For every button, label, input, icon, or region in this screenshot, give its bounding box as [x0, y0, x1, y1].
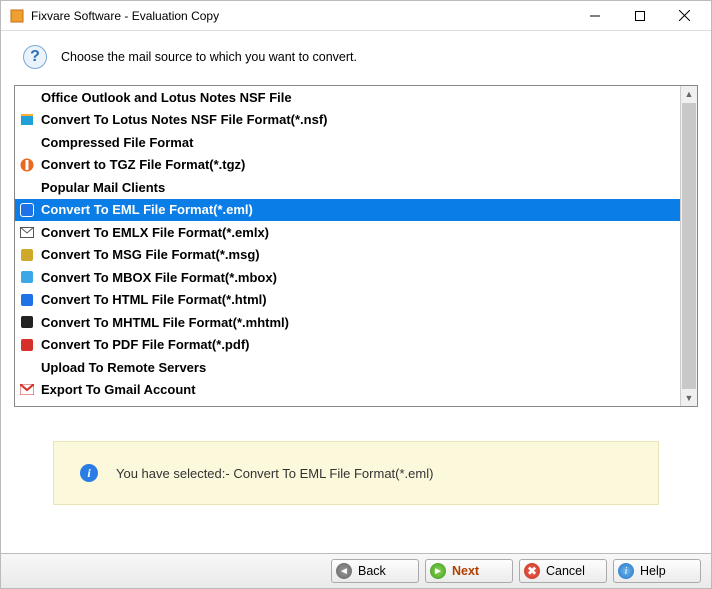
scroll-down-button[interactable]: ▼ — [681, 390, 697, 406]
list-item-label: Export To Gmail Account — [41, 382, 196, 397]
maximize-button[interactable] — [617, 2, 662, 30]
cancel-label: Cancel — [546, 564, 585, 578]
list-header: Popular Mail Clients — [15, 176, 680, 199]
titlebar: Fixvare Software - Evaluation Copy — [1, 1, 711, 31]
back-button[interactable]: ◄ Back — [331, 559, 419, 583]
info-icon: i — [80, 464, 98, 482]
list-item-label: Convert To MHTML File Format(*.mhtml) — [41, 315, 289, 330]
list-header: Compressed File Format — [15, 131, 680, 154]
list-item[interactable]: Convert To HTML File Format(*.html) — [15, 289, 680, 312]
scroll-up-button[interactable]: ▲ — [681, 86, 697, 102]
next-button[interactable]: ► Next — [425, 559, 513, 583]
help-label: Help — [640, 564, 666, 578]
list-item[interactable]: Convert To EML File Format(*.eml) — [15, 199, 680, 222]
list-header: Office Outlook and Lotus Notes NSF File — [15, 86, 680, 109]
lotus-note-icon — [19, 112, 35, 128]
list-item-label: Convert To MBOX File Format(*.mbox) — [41, 270, 277, 285]
list-item[interactable]: Convert To PDF File Format(*.pdf) — [15, 334, 680, 357]
app-icon — [9, 8, 25, 24]
help-info-icon: i — [618, 563, 634, 579]
cancel-x-icon: ✖ — [524, 563, 540, 579]
next-arrow-icon: ► — [430, 563, 446, 579]
close-button[interactable] — [662, 2, 707, 30]
list-header: Upload To Remote Servers — [15, 356, 680, 379]
status-prefix: You have selected:- — [116, 466, 233, 481]
list-item-label: Popular Mail Clients — [41, 180, 165, 195]
scroll-thumb[interactable] — [682, 103, 696, 389]
list-item[interactable]: Export To Gmail Account — [15, 379, 680, 402]
mhtml-icon — [19, 314, 35, 330]
tgz-icon — [19, 157, 35, 173]
list-item[interactable]: Convert to TGZ File Format(*.tgz) — [15, 154, 680, 177]
list-item-label: Convert To Lotus Notes NSF File Format(*… — [41, 112, 328, 127]
footer: ◄ Back ► Next ✖ Cancel i Help — [1, 553, 711, 588]
help-button[interactable]: i Help — [613, 559, 701, 583]
instruction-row: ? Choose the mail source to which you wa… — [1, 31, 711, 85]
instruction-text: Choose the mail source to which you want… — [61, 50, 357, 64]
question-icon: ? — [23, 45, 47, 69]
pdf-icon — [19, 337, 35, 353]
window-title: Fixvare Software - Evaluation Copy — [31, 9, 572, 23]
list-item-label: Convert To EMLX File Format(*.emlx) — [41, 225, 269, 240]
list-item[interactable]: Convert To Lotus Notes NSF File Format(*… — [15, 109, 680, 132]
list-item-label: Convert To PDF File Format(*.pdf) — [41, 337, 249, 352]
back-arrow-icon: ◄ — [336, 563, 352, 579]
list-item-label: Convert To MSG File Format(*.msg) — [41, 247, 260, 262]
list-item[interactable]: Convert To MBOX File Format(*.mbox) — [15, 266, 680, 289]
back-label: Back — [358, 564, 386, 578]
list-item[interactable]: Convert To EMLX File Format(*.emlx) — [15, 221, 680, 244]
list-item[interactable]: Convert To MSG File Format(*.msg) — [15, 244, 680, 267]
cancel-button[interactable]: ✖ Cancel — [519, 559, 607, 583]
list-item-label: Convert to TGZ File Format(*.tgz) — [41, 157, 245, 172]
eml-icon — [19, 202, 35, 218]
scrollbar[interactable]: ▲ ▼ — [681, 86, 697, 406]
mbox-icon — [19, 269, 35, 285]
list-item[interactable]: Convert To MHTML File Format(*.mhtml) — [15, 311, 680, 334]
list-item-label: Office Outlook and Lotus Notes NSF File — [41, 90, 292, 105]
html-icon — [19, 292, 35, 308]
gmail-icon — [19, 382, 35, 398]
list-item-label: Compressed File Format — [41, 135, 193, 150]
selection-status: i You have selected:- Convert To EML Fil… — [53, 441, 659, 505]
minimize-button[interactable] — [572, 2, 617, 30]
list-item-label: Convert To EML File Format(*.eml) — [41, 202, 253, 217]
next-label: Next — [452, 564, 479, 578]
list-item-label: Convert To HTML File Format(*.html) — [41, 292, 267, 307]
status-selection: Convert To EML File Format(*.eml) — [233, 466, 433, 481]
emlx-icon — [19, 224, 35, 240]
format-list: Office Outlook and Lotus Notes NSF File C… — [14, 85, 698, 407]
msg-icon — [19, 247, 35, 263]
list-item-label: Upload To Remote Servers — [41, 360, 206, 375]
